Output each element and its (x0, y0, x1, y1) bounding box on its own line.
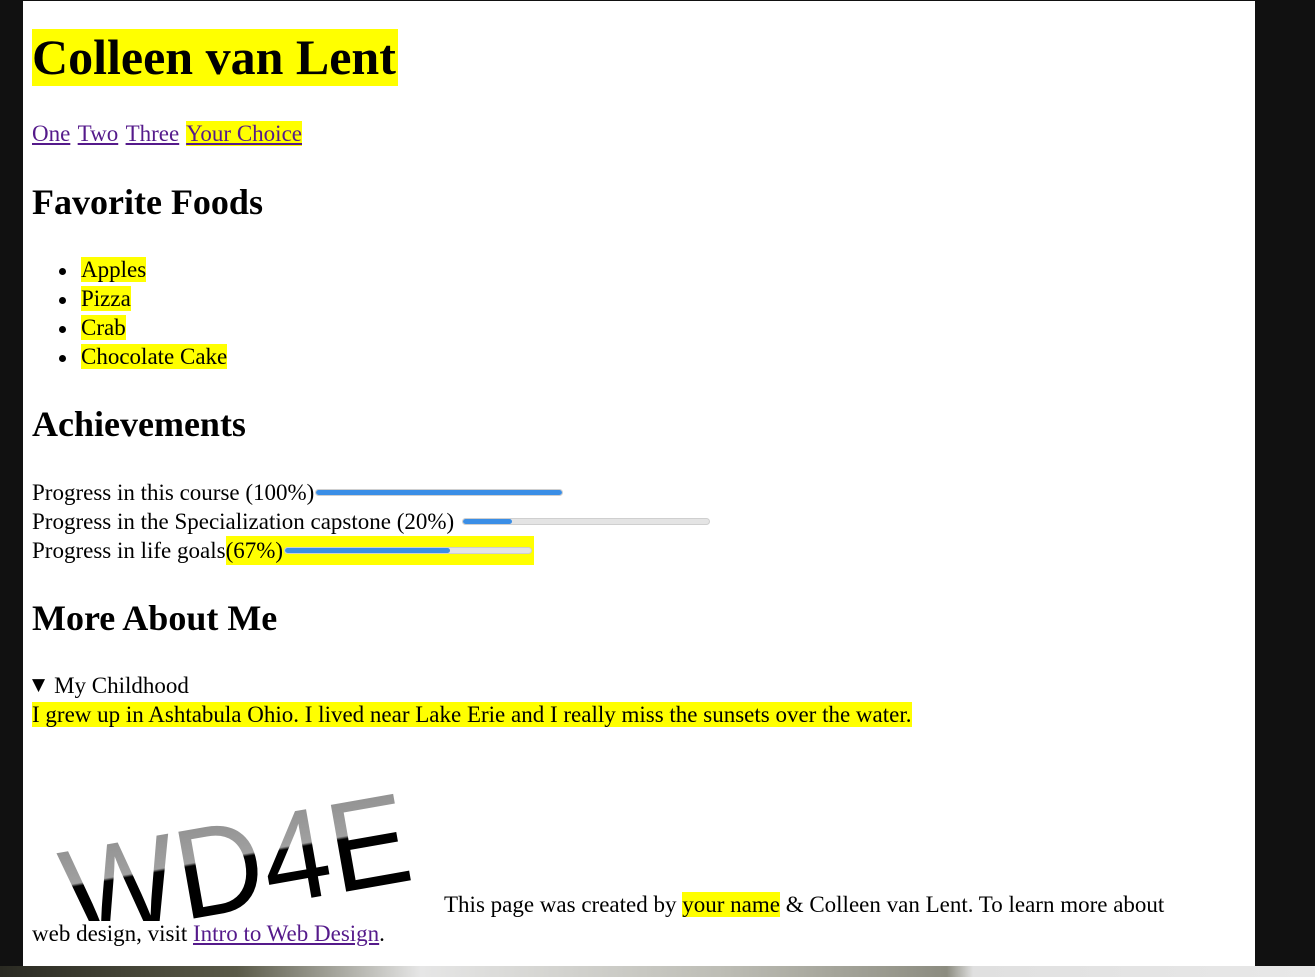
food-crab: Crab (81, 315, 126, 340)
food-chocolate-cake: Chocolate Cake (81, 344, 228, 369)
nav-bar: One Two Three Your Choice (32, 119, 304, 148)
achievement-percent: (67%) (225, 538, 284, 563)
page-title: Colleen van Lent (32, 29, 398, 86)
footer-link-line: web design, visit Intro to Web Design. (32, 919, 385, 948)
achievement-label: Progress in this course (100%) (32, 480, 315, 505)
summary-label: My Childhood (54, 673, 189, 698)
food-apples: Apples (81, 257, 147, 282)
food-pizza: Pizza (81, 286, 131, 311)
disclosure-triangle-icon[interactable]: ▼ (32, 671, 45, 700)
achievement-row: Progress in this course (100%) (32, 478, 710, 507)
achievement-row: Progress in life goals (67%) (32, 536, 710, 565)
footer-credit-line: This page was created by your name & Col… (444, 890, 1164, 919)
childhood-summary[interactable]: ▼ My Childhood (32, 671, 912, 700)
footer-your-name: your name (682, 892, 780, 917)
childhood-details: ▼ My Childhood I grew up in Ashtabula Oh… (32, 671, 912, 729)
nav-link-two[interactable]: Two (78, 121, 119, 146)
favorite-foods-list: Apples Pizza Crab Chocolate Cake (32, 255, 228, 371)
progress-bar-course (315, 489, 564, 496)
achievement-label: Progress in the Specialization capstone … (32, 509, 455, 534)
progress-bar-capstone (462, 518, 711, 525)
footer-text-after: & Colleen van Lent. To learn more about (779, 892, 1165, 917)
footer-text: This page was created by (444, 892, 683, 917)
wd4e-logo: WD4E (51, 761, 422, 966)
list-item: Chocolate Cake (32, 342, 228, 371)
nav-link-three[interactable]: Three (126, 121, 180, 146)
page-document: Colleen van Lent One Two Three Your Choi… (23, 1, 1255, 966)
achievement-label: Progress in life goals (32, 538, 226, 563)
achievements-heading: Achievements (32, 404, 246, 444)
nav-link-your-choice[interactable]: Your Choice (186, 121, 302, 146)
footer-period: . (379, 921, 385, 946)
intro-to-web-design-link[interactable]: Intro to Web Design (193, 921, 379, 946)
logo-text: WD4E (52, 766, 421, 921)
achievement-highlight: (67%) (225, 536, 535, 565)
more-about-me-heading: More About Me (32, 598, 278, 638)
achievements-list: Progress in this course (100%) Progress … (32, 478, 711, 565)
nav-link-one[interactable]: One (32, 121, 70, 146)
achievement-row: Progress in the Specialization capstone … (32, 507, 711, 536)
list-item: Apples (32, 255, 227, 284)
list-item: Pizza (32, 284, 227, 313)
childhood-text: I grew up in Ashtabula Ohio. I lived nea… (32, 702, 912, 727)
list-item: Crab (32, 313, 227, 342)
background-photo-strip (0, 966, 1315, 977)
footer-line2-text: web design, visit (32, 921, 193, 946)
progress-bar-life-goals (284, 547, 533, 554)
favorite-foods-heading: Favorite Foods (32, 182, 263, 222)
